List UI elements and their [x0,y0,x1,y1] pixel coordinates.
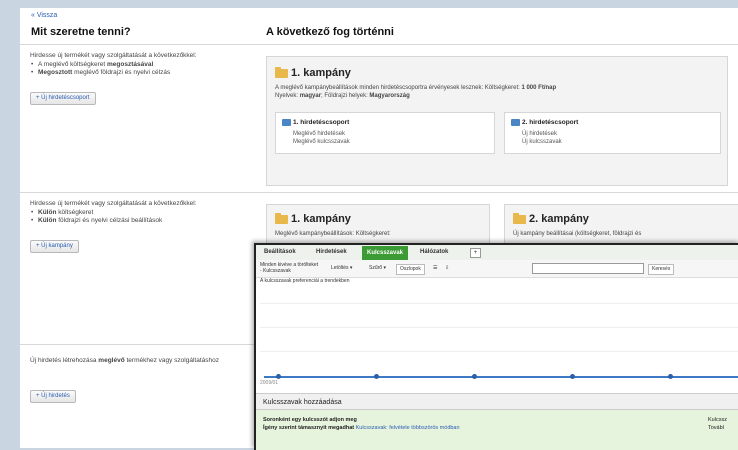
new-adgroup-button[interactable]: + Új hirdetéscsoport [30,92,96,105]
campaign-box-1: 1. kampány A meglévő kampánybeállítások … [266,56,728,186]
tab-settings[interactable]: Beállítások [264,249,296,255]
adgroup-2-title: 2. hirdetéscsoport [511,119,578,126]
section1-description: Hirdesse új termékét vagy szolgáltatását… [30,52,255,78]
data-point [472,374,477,379]
add-keywords-hint: Ígény szerint támasznyit megadhat Kulcss… [263,425,460,431]
adgroup-2-line-1: Új hirdetések [522,131,558,137]
section1-bullet-1: A meglévő költségkeret megosztásával [31,61,255,70]
section1-bullet-2: Megosztott meglévő földrajzi és nyelvi c… [31,69,255,78]
gridline [260,351,738,352]
folder-icon [513,212,526,224]
right-col-label-2: Továbl [708,425,724,431]
add-tab-button[interactable]: + [470,248,481,258]
campaign-1-settings: A meglévő kampánybeállítások minden hird… [275,85,557,99]
new-ad-button[interactable]: + Új hirdetés [30,390,76,403]
bulk-add-link[interactable]: Kulcsszavak: felvétele többszörös módban [356,425,460,431]
axis-date-label: 2009/01 [260,380,279,386]
adgroup-1-line-1: Meglévő hirdetések [293,131,346,137]
adgroup-icon [511,119,520,126]
folder-icon [275,66,288,78]
adgroup-icon [282,119,291,126]
campaign-2a-title: 1. kampány [275,212,351,225]
download-icon[interactable]: ⇩ [442,264,452,273]
columns-button[interactable]: Oszlopok [396,264,425,275]
search-button[interactable]: Keresés [648,264,675,275]
campaign-2a-desc: Meglévő kampánybeállítások: Költségkeret… [275,231,391,237]
right-heading: A következő fog történni [266,26,394,38]
trend-line [264,376,738,378]
add-keywords-instruction: Soronként egy kulcsszót adjon meg [263,417,357,423]
tab-bar: Beállítások Hirdetések Kulcsszavak Hálóz… [256,245,738,261]
download-button[interactable]: Letöltés ▾ [328,264,355,273]
divider [20,344,254,345]
tab-networks[interactable]: Hálózatok [420,249,448,255]
embedded-screenshot: Beállítások Hirdetések Kulcsszavak Hálóz… [254,243,738,450]
chart-icon[interactable]: ☰ [430,264,440,273]
section2-lead: Hirdesse új termékét vagy szolgáltatását… [30,200,197,207]
add-keywords-panel: Soronként egy kulcsszót adjon meg Ígény … [256,410,738,450]
folder-icon [275,212,288,224]
back-link[interactable]: « Vissza [31,12,57,19]
section2-bullet-2: Külön földrajzi és nyelvi célzási beállí… [31,217,255,226]
right-col-label-1: Kulcssz [708,417,727,423]
filter-dropdown[interactable]: Minden kivéve a törölteket - Kulcsszavak [260,262,320,274]
data-point [668,374,673,379]
section2-bullet-1: Külön költségkeret [31,209,255,218]
adgroup-card-2: 2. hirdetéscsoport Új hirdetések Új kulc… [504,112,721,154]
campaign-1-title: 1. kampány [275,66,351,79]
adgroup-card-1: 1. hirdetéscsoport Meglévő hirdetések Me… [275,112,495,154]
divider [20,44,738,45]
tab-keywords[interactable]: Kulcsszavak [362,246,409,260]
adgroup-1-line-2: Meglévő kulcsszavak [293,139,350,145]
divider [20,192,738,193]
add-keywords-header: Kulcsszavak hozzáadása [256,393,738,410]
filter-button[interactable]: Szűrő ▾ [366,264,389,273]
search-input[interactable] [532,263,644,274]
new-campaign-button[interactable]: + Új kampány [30,240,79,253]
campaign-2b-title: 2. kampány [513,212,589,225]
section2-description: Hirdesse új termékét vagy szolgáltatását… [30,200,255,226]
adgroup-1-title: 1. hirdetéscsoport [282,119,349,126]
tab-ads[interactable]: Hirdetések [316,249,347,255]
data-point [374,374,379,379]
gridline [260,303,738,304]
trend-chart: 2009/01 [256,283,738,387]
campaign-2b-desc: Új kampány beállításai (költségkeret, fö… [513,231,642,237]
data-point [276,374,281,379]
section1-lead: Hirdesse új termékét vagy szolgáltatását… [30,52,197,59]
gridline [260,327,738,328]
toolbar: Minden kivéve a törölteket - Kulcsszavak… [256,260,738,278]
section3-description: Új hirdetés létrehozása meglévő termékhe… [30,357,219,364]
adgroup-2-line-2: Új kulcsszavak [522,139,562,145]
left-heading: Mit szeretne tenni? [31,26,131,38]
data-point [570,374,575,379]
